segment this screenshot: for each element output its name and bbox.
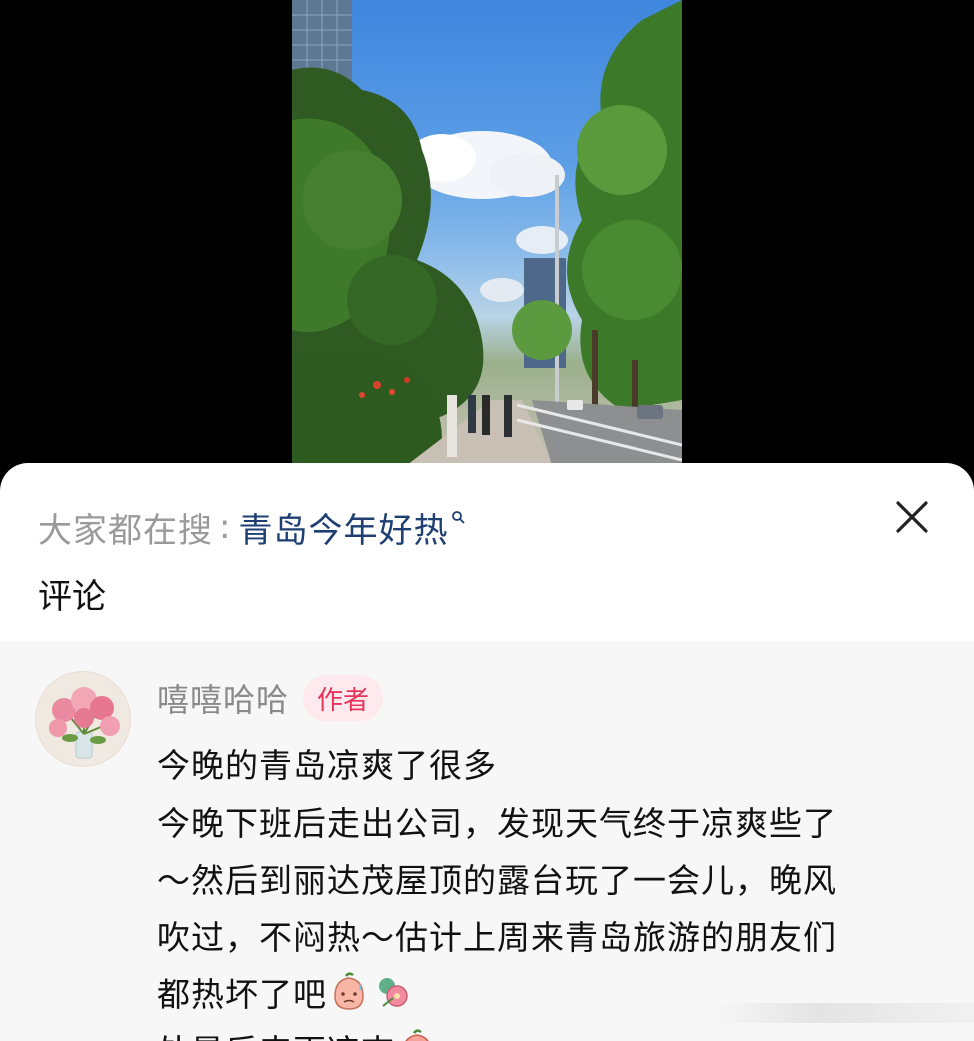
comment-author-row: 嘻嘻哈哈 作者 bbox=[157, 675, 384, 721]
author-name[interactable]: 嘻嘻哈哈 bbox=[157, 675, 289, 721]
peach-flower-emoji-icon bbox=[379, 978, 408, 1007]
flower-bouquet-avatar-image bbox=[36, 672, 130, 766]
comments-heading: 评论 bbox=[38, 577, 106, 617]
street-photo[interactable] bbox=[292, 0, 682, 465]
comment-line-5-text: 处暑后来更凉爽 bbox=[157, 1032, 395, 1041]
hot-search-suggestion[interactable]: 大家都在搜 : 青岛今年好热 bbox=[38, 503, 465, 552]
peach-cool-emoji-icon bbox=[405, 1029, 429, 1041]
comment-line-2: ～然后到丽达茂屋顶的露台玩了一会儿，晚风 bbox=[157, 861, 837, 900]
search-icon bbox=[452, 511, 465, 524]
comment-line-4-text: 都热坏了吧 bbox=[157, 975, 327, 1014]
avatar[interactable] bbox=[35, 671, 131, 767]
comment-line-5: 处暑后来更凉爽 bbox=[157, 1023, 927, 1041]
media-viewer[interactable] bbox=[0, 0, 974, 470]
comment-line-3: 吹过，不闷热～估计上周来青岛旅游的朋友们 bbox=[157, 918, 837, 957]
search-separator: : bbox=[219, 507, 231, 547]
text-fade-overlay bbox=[712, 1003, 974, 1023]
comment-line-1: 今晚下班后走出公司，发现天气终于凉爽些了 bbox=[157, 804, 837, 843]
comment-title: 今晚的青岛凉爽了很多 bbox=[157, 746, 497, 785]
search-term-link[interactable]: 青岛今年好热 bbox=[238, 503, 448, 552]
street-scene bbox=[292, 0, 682, 465]
search-prefix-label: 大家都在搜 bbox=[38, 510, 213, 551]
peach-sweat-emoji-icon bbox=[334, 972, 364, 1010]
author-badge: 作者 bbox=[303, 675, 384, 721]
close-icon[interactable] bbox=[892, 497, 932, 537]
